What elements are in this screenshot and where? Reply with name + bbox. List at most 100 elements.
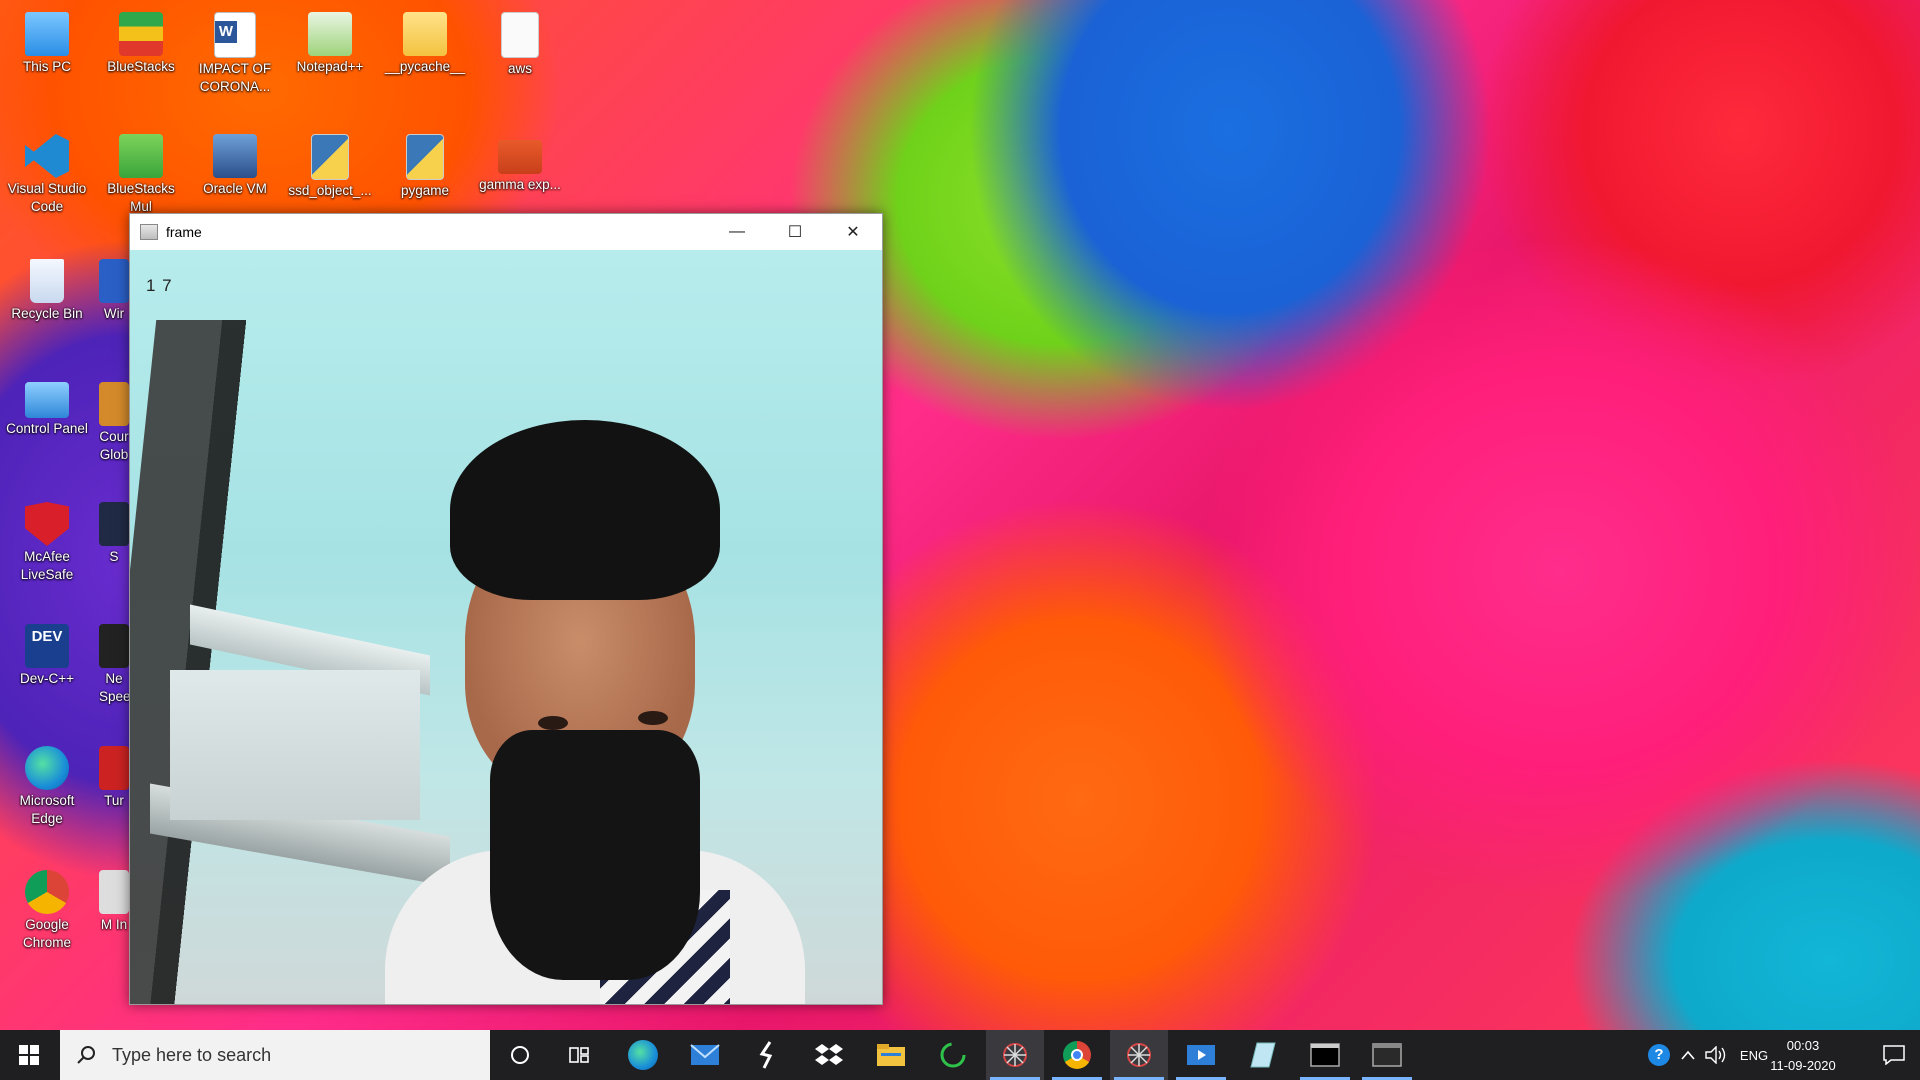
action-center-button[interactable] bbox=[1874, 1030, 1914, 1080]
app-icon bbox=[99, 746, 129, 790]
taskbar-media[interactable] bbox=[1172, 1030, 1230, 1080]
desktop-icon-m-in[interactable]: M In bbox=[99, 866, 129, 934]
word-document-icon: W bbox=[214, 12, 256, 58]
desktop-icon-devcpp[interactable]: DEV Dev-C++ bbox=[5, 620, 89, 688]
desktop-icon-pycache[interactable]: __pycache__ bbox=[383, 8, 467, 76]
desktop-icon-s[interactable]: S bbox=[99, 498, 129, 566]
clock[interactable]: 00:03 11-09-2020 bbox=[1758, 1036, 1848, 1076]
notes-icon bbox=[1250, 1042, 1276, 1068]
desktop-icon-bluestacks[interactable]: BlueStacks bbox=[99, 8, 183, 76]
taskbar-mail[interactable] bbox=[676, 1030, 734, 1080]
taskbar-frame-window[interactable] bbox=[1358, 1030, 1416, 1080]
taskbar-terminal[interactable] bbox=[1296, 1030, 1354, 1080]
window-titlebar[interactable]: frame — ☐ ✕ bbox=[130, 214, 882, 250]
notepadpp-icon bbox=[308, 12, 352, 56]
desktop-icon-cour-glob[interactable]: Cour Glob bbox=[99, 378, 129, 464]
eye-shape bbox=[638, 711, 668, 725]
search-box[interactable]: Type here to search bbox=[60, 1030, 490, 1080]
cortana-button[interactable] bbox=[491, 1030, 549, 1080]
app-icon bbox=[99, 259, 129, 303]
frame-window-icon bbox=[1372, 1043, 1402, 1067]
show-hidden-icons-button[interactable] bbox=[1676, 1030, 1700, 1080]
edge-icon bbox=[628, 1040, 658, 1070]
desktop-icon-label: BlueStacks bbox=[107, 59, 175, 74]
desktop-icon-label: Google Chrome bbox=[22, 917, 71, 950]
taskbar-spider-app-2[interactable] bbox=[1110, 1030, 1168, 1080]
frame-window[interactable]: frame — ☐ ✕ 1 7 bbox=[129, 213, 883, 1005]
desktop-icon-this-pc[interactable]: This PC bbox=[5, 8, 89, 76]
desktop-icon-label: McAfee LiveSafe bbox=[20, 549, 74, 582]
desktop-icon-label: pygame bbox=[400, 183, 450, 198]
desktop-icon-label: IMPACT OF CORONA... bbox=[198, 61, 272, 94]
taskbar-chrome[interactable] bbox=[1048, 1030, 1106, 1080]
desktop-icon-tur[interactable]: Tur bbox=[99, 742, 129, 810]
desktop-icon-chrome[interactable]: Google Chrome bbox=[5, 866, 89, 952]
desktop-icon-vscode[interactable]: Visual Studio Code bbox=[5, 130, 89, 216]
hair-shape bbox=[450, 420, 720, 600]
taskbar-dropbox[interactable] bbox=[800, 1030, 858, 1080]
media-icon bbox=[1187, 1045, 1215, 1065]
desktop-icon-ne-spee[interactable]: Ne Spee bbox=[99, 620, 129, 706]
desktop-icon-label: Ne Spee bbox=[99, 671, 129, 704]
chevron-up-icon bbox=[1681, 1050, 1695, 1060]
desktop-icon-gamma-exp[interactable]: gamma exp... bbox=[478, 130, 562, 194]
picture-frame-shape bbox=[130, 320, 277, 1004]
app-icon bbox=[99, 870, 129, 914]
control-panel-icon bbox=[25, 382, 69, 418]
clock-date: 11-09-2020 bbox=[1770, 1058, 1836, 1073]
face-mask-shape bbox=[490, 730, 700, 980]
taskbar-loader[interactable] bbox=[924, 1030, 982, 1080]
start-button[interactable] bbox=[0, 1030, 58, 1080]
task-view-button[interactable] bbox=[550, 1030, 608, 1080]
window-title: frame bbox=[166, 224, 202, 240]
shelf-shape bbox=[170, 670, 420, 820]
desktop-icon-label: __pycache__ bbox=[384, 59, 466, 74]
mcafee-icon bbox=[25, 502, 69, 546]
desktop-icon-label: S bbox=[109, 549, 119, 564]
mail-icon bbox=[690, 1044, 720, 1065]
taskbar-edge[interactable] bbox=[614, 1030, 672, 1080]
chrome-browser-icon bbox=[25, 870, 69, 914]
task-view-icon bbox=[569, 1047, 589, 1063]
desktop-icon-bluestacks-multi[interactable]: BlueStacks Mul bbox=[99, 130, 183, 216]
desktop-icon-notepadpp[interactable]: Notepad++ bbox=[288, 8, 372, 76]
maximize-button[interactable]: ☐ bbox=[766, 214, 824, 250]
desktop-icon-wir[interactable]: Wir bbox=[99, 255, 129, 323]
python-file-icon bbox=[311, 134, 349, 180]
close-button[interactable]: ✕ bbox=[824, 214, 882, 250]
desktop-icon-ssd-object[interactable]: ssd_object_... bbox=[288, 130, 372, 200]
desktop-icon-mcafee[interactable]: McAfee LiveSafe bbox=[5, 498, 89, 584]
desktop-icon-recycle-bin[interactable]: Recycle Bin bbox=[5, 255, 89, 323]
terminal-icon bbox=[1310, 1043, 1340, 1067]
app-icon bbox=[99, 502, 129, 546]
folder-icon bbox=[403, 12, 447, 56]
taskbar-notes[interactable] bbox=[1234, 1030, 1292, 1080]
minimize-button[interactable]: — bbox=[708, 214, 766, 250]
desktop-icon-aws[interactable]: aws bbox=[478, 8, 562, 78]
file-icon bbox=[501, 12, 539, 58]
help-icon: ? bbox=[1648, 1044, 1670, 1066]
help-tray-button[interactable]: ? bbox=[1644, 1030, 1674, 1080]
clock-time: 00:03 bbox=[1786, 1038, 1820, 1053]
vscode-icon bbox=[25, 134, 69, 178]
volume-button[interactable] bbox=[1702, 1030, 1730, 1080]
desktop-icon-impact-of-corona[interactable]: W IMPACT OF CORONA... bbox=[193, 8, 277, 96]
bluestacks-icon bbox=[119, 12, 163, 56]
desktop-icon-label: Tur bbox=[104, 793, 124, 808]
desktop-icon-label: Visual Studio Code bbox=[7, 181, 87, 214]
taskbar-file-explorer[interactable] bbox=[862, 1030, 920, 1080]
desktop-icon-label: ssd_object_... bbox=[288, 183, 372, 198]
window-app-icon bbox=[140, 224, 158, 240]
taskbar-app[interactable] bbox=[738, 1030, 796, 1080]
search-icon bbox=[77, 1046, 95, 1064]
desktop-icon-label: Microsoft Edge bbox=[19, 793, 75, 826]
desktop-icon-pygame[interactable]: pygame bbox=[383, 130, 467, 200]
taskbar-spider-app[interactable] bbox=[986, 1030, 1044, 1080]
desktop-icon-control-panel[interactable]: Control Panel bbox=[5, 378, 89, 438]
this-pc-icon bbox=[25, 12, 69, 56]
frame-counter-text: 1 7 bbox=[146, 276, 173, 295]
desktop-icon-oracle-vm[interactable]: Oracle VM bbox=[193, 130, 277, 198]
desktop-icon-edge[interactable]: Microsoft Edge bbox=[5, 742, 89, 828]
speaker-icon bbox=[1705, 1046, 1726, 1064]
windows-logo-icon bbox=[19, 1045, 39, 1065]
